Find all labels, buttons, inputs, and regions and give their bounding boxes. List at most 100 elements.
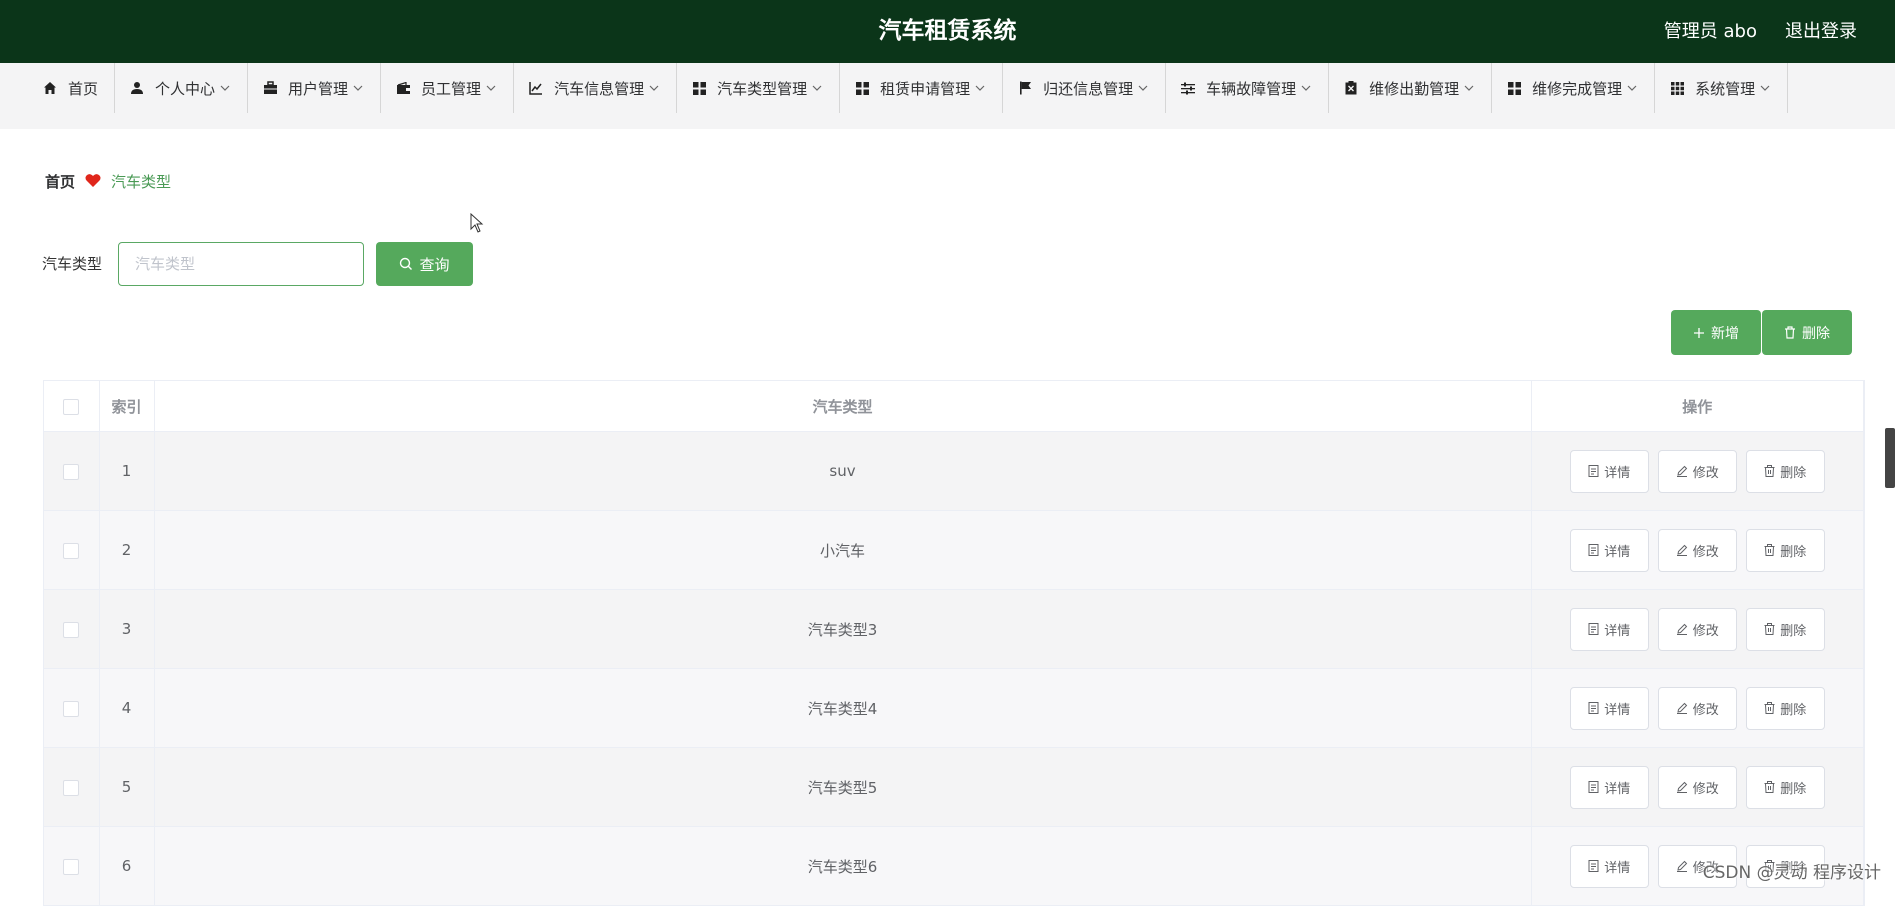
- mouse-cursor-icon: [470, 212, 484, 237]
- detail-button[interactable]: 详情: [1569, 686, 1649, 730]
- wallet-icon: [395, 80, 411, 96]
- nav-item-repair-attendance[interactable]: 维修出勤管理: [1329, 63, 1493, 113]
- edit-button[interactable]: 修改: [1657, 765, 1737, 809]
- delete-button[interactable]: 删除: [1745, 765, 1825, 809]
- row-checkbox[interactable]: [63, 858, 80, 875]
- add-button-label: 新增: [1711, 325, 1739, 342]
- nav-item-car-type[interactable]: 汽车类型管理: [677, 63, 841, 113]
- row-index: 2: [99, 510, 155, 590]
- nav-item-label: 员工管理: [421, 79, 482, 98]
- detail-button[interactable]: 详情: [1569, 607, 1649, 651]
- document-icon: [1588, 860, 1599, 872]
- delete-button[interactable]: 删除: [1745, 528, 1825, 572]
- edit-icon: [1676, 702, 1687, 714]
- nav-item-label: 维修完成管理: [1532, 79, 1623, 98]
- row-car-type: 汽车类型3: [154, 589, 1532, 669]
- select-all-cell: [44, 381, 100, 432]
- nav-item-rental-apply[interactable]: 租赁申请管理: [840, 63, 1004, 113]
- trash-icon: [1764, 702, 1775, 714]
- nav-item-return-info[interactable]: 归还信息管理: [1003, 63, 1167, 113]
- nav-item-label: 个人中心: [155, 79, 216, 98]
- row-checkbox[interactable]: [63, 463, 80, 480]
- edit-icon: [1676, 623, 1687, 635]
- row-checkbox[interactable]: [63, 542, 80, 559]
- chevron-down-icon: [1626, 82, 1638, 94]
- row-car-type: 小汽车: [154, 510, 1532, 590]
- chevron-down-icon: [219, 82, 231, 94]
- clipboard-x-icon: [1343, 80, 1359, 96]
- nav-item-label: 用户管理: [288, 79, 349, 98]
- search-icon: [400, 257, 413, 270]
- detail-button[interactable]: 详情: [1569, 449, 1649, 493]
- document-icon: [1588, 702, 1599, 714]
- edit-button[interactable]: 修改: [1657, 449, 1737, 493]
- table-row: 6 汽车类型6 详情 修改 删除: [44, 826, 1864, 906]
- query-button[interactable]: 查询: [376, 242, 473, 286]
- chevron-down-icon: [1137, 82, 1149, 94]
- watermark-text: CSDN @灵动 程序设计: [1702, 863, 1881, 883]
- delete-button[interactable]: 删除: [1745, 449, 1825, 493]
- table-row: 3 汽车类型3 详情 修改 删除: [44, 589, 1864, 669]
- breadcrumb-home[interactable]: 首页: [45, 171, 75, 192]
- grid-icon: [1506, 80, 1522, 96]
- grid9-icon: [1669, 80, 1685, 96]
- nav-item-label: 维修出勤管理: [1369, 79, 1460, 98]
- row-checkbox[interactable]: [63, 700, 80, 717]
- nav-item-repair-complete[interactable]: 维修完成管理: [1492, 63, 1656, 113]
- nav-item-car-info[interactable]: 汽车信息管理: [514, 63, 678, 113]
- row-index: 6: [99, 826, 155, 906]
- trash-icon: [1785, 326, 1795, 339]
- breadcrumb-current: 汽车类型: [111, 172, 172, 191]
- table-row: 4 汽车类型4 详情 修改 删除: [44, 668, 1864, 748]
- header-index: 索引: [99, 381, 155, 432]
- car-type-search-input[interactable]: [118, 242, 364, 286]
- nav-item-label: 汽车信息管理: [554, 79, 645, 98]
- nav-item-label: 归还信息管理: [1043, 79, 1134, 98]
- row-checkbox[interactable]: [63, 779, 80, 796]
- top-header: 汽车租赁系统 管理员 abo 退出登录: [0, 0, 1895, 63]
- edit-button[interactable]: 修改: [1657, 607, 1737, 651]
- flag-icon: [1017, 80, 1033, 96]
- nav-item-staff-mgmt[interactable]: 员工管理: [381, 63, 515, 113]
- breadcrumb: 首页 汽车类型: [45, 170, 171, 192]
- bulk-delete-button-label: 删除: [1802, 325, 1830, 342]
- nav-item-user-mgmt[interactable]: 用户管理: [248, 63, 382, 113]
- document-icon: [1588, 544, 1599, 556]
- grid-icon: [691, 80, 707, 96]
- table-row: 1 suv 详情 修改 删除: [44, 431, 1864, 511]
- edit-icon: [1676, 465, 1687, 477]
- chevron-down-icon: [974, 82, 986, 94]
- row-index: 3: [99, 589, 155, 669]
- nav-item-label: 系统管理: [1695, 79, 1756, 98]
- sliders-icon: [1180, 80, 1196, 96]
- main-nav: 首页 个人中心 用户管理 员工管理 汽车信息管理 汽车类型管理 租赁申请管理 归…: [0, 63, 1895, 129]
- detail-button[interactable]: 详情: [1569, 528, 1649, 572]
- nav-item-label: 租赁申请管理: [880, 79, 971, 98]
- nav-item-system[interactable]: 系统管理: [1655, 63, 1789, 113]
- row-index: 4: [99, 668, 155, 748]
- row-car-type: 汽车类型5: [154, 747, 1532, 827]
- edit-button[interactable]: 修改: [1657, 686, 1737, 730]
- app-title: 汽车租赁系统: [878, 18, 1017, 44]
- detail-button[interactable]: 详情: [1569, 765, 1649, 809]
- user-icon: [129, 80, 145, 96]
- nav-item-vehicle-fault[interactable]: 车辆故障管理: [1166, 63, 1330, 113]
- detail-button[interactable]: 详情: [1569, 844, 1649, 888]
- home-icon: [42, 80, 58, 96]
- edit-icon: [1676, 544, 1687, 556]
- grid-icon: [854, 80, 870, 96]
- delete-button[interactable]: 删除: [1745, 686, 1825, 730]
- select-all-checkbox[interactable]: [63, 398, 80, 415]
- chevron-down-icon: [1759, 82, 1771, 94]
- logout-button[interactable]: 退出登录: [1785, 0, 1857, 63]
- nav-item-profile[interactable]: 个人中心: [115, 63, 249, 113]
- edit-button[interactable]: 修改: [1657, 528, 1737, 572]
- delete-button[interactable]: 删除: [1745, 607, 1825, 651]
- add-button[interactable]: 新增: [1671, 310, 1761, 355]
- row-checkbox[interactable]: [63, 621, 80, 638]
- trash-icon: [1764, 465, 1775, 477]
- trash-icon: [1764, 544, 1775, 556]
- nav-item-home[interactable]: 首页: [28, 63, 116, 113]
- bulk-delete-button[interactable]: 删除: [1762, 310, 1852, 355]
- scrollbar-thumb[interactable]: [1885, 428, 1895, 488]
